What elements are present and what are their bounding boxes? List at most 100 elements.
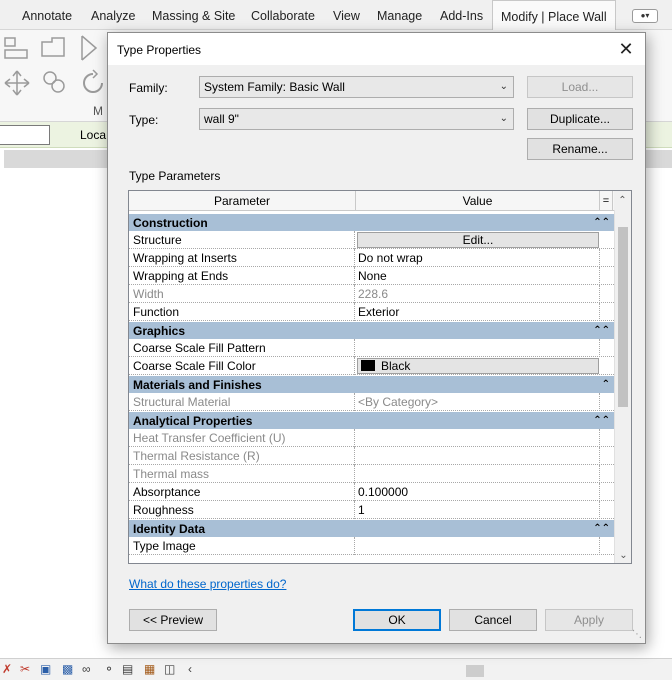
collapse-chevrons-icon[interactable]: ⌃⌃ — [593, 520, 610, 538]
group-label: Construction — [133, 216, 208, 230]
cancel-button[interactable]: Cancel — [449, 609, 537, 631]
fill-color-button[interactable]: Black — [357, 358, 599, 374]
param-row[interactable]: Wrapping at Inserts Do not wrap — [129, 249, 614, 267]
group-header-analytical[interactable]: Analytical Properties ⌃⌃ — [129, 411, 614, 429]
param-row[interactable]: Wrapping at Ends None — [129, 267, 614, 285]
group-label: Analytical Properties — [133, 414, 253, 428]
tab-analyze[interactable]: Analyze — [89, 0, 137, 30]
collapse-chevrons-icon[interactable]: ⌃⌃ — [593, 322, 610, 340]
param-value[interactable]: 1 — [355, 501, 600, 519]
param-row[interactable]: Roughness 1 — [129, 501, 614, 519]
param-value[interactable]: 0.100000 — [355, 483, 600, 501]
tab-manage[interactable]: Manage — [375, 0, 424, 30]
param-value[interactable] — [355, 339, 600, 357]
param-row[interactable]: Function Exterior — [129, 303, 614, 321]
column-header-value[interactable]: Value — [356, 191, 600, 211]
param-value: <By Category> — [355, 393, 600, 411]
duplicate-button[interactable]: Duplicate... — [527, 108, 633, 130]
help-link[interactable]: What do these properties do? — [129, 577, 286, 591]
param-row[interactable]: Structure Edit... — [129, 231, 614, 249]
status-bar: ✗ ✂ ▣ ▩ ∞ ⚬ ▤ ▦ ◫ ‹ — [0, 658, 672, 680]
param-name: Structural Material — [129, 393, 355, 411]
dialog-titlebar: Type Properties ✕ — [108, 33, 645, 65]
param-row: Heat Transfer Coefficient (U) — [129, 429, 614, 447]
preview-button[interactable]: << Preview — [129, 609, 217, 631]
group-label: Identity Data — [133, 522, 206, 536]
tab-view[interactable]: View — [331, 0, 362, 30]
param-value[interactable] — [355, 537, 600, 555]
param-value[interactable]: Do not wrap — [355, 249, 600, 267]
chevron-up-icon[interactable]: ⌃ — [614, 191, 631, 210]
ok-button[interactable]: OK — [353, 609, 441, 631]
param-name: Wrapping at Ends — [129, 267, 355, 285]
resize-grip-icon[interactable]: ⋱ — [632, 629, 642, 640]
ribbon-minimize-icon[interactable]: ●▾ — [632, 9, 658, 23]
rename-button[interactable]: Rename... — [527, 138, 633, 160]
group-header-graphics[interactable]: Graphics ⌃⌃ — [129, 321, 614, 339]
param-row[interactable]: Absorptance 0.100000 — [129, 483, 614, 501]
param-value — [355, 447, 600, 465]
rotate-icon[interactable] — [78, 68, 108, 98]
param-value — [355, 465, 600, 483]
collapse-chevrons-icon[interactable]: ⌃ — [602, 376, 610, 394]
select-links-icon[interactable]: ✗ — [2, 662, 12, 676]
group-header-construction[interactable]: Construction ⌃⌃ — [129, 213, 614, 231]
select-pinned-icon[interactable]: ▣ — [40, 662, 51, 676]
drag-elements-icon[interactable]: ∞ — [82, 662, 91, 676]
family-select[interactable]: System Family: Basic Wall ⌄ — [199, 76, 514, 98]
close-icon[interactable]: ✕ — [615, 38, 637, 60]
mirror-icon[interactable] — [76, 32, 104, 64]
load-button[interactable]: Load... — [527, 76, 633, 98]
tab-collaborate[interactable]: Collaborate — [249, 0, 317, 30]
align-icon[interactable] — [2, 34, 32, 64]
design-options-icon[interactable]: ◫ — [164, 662, 175, 676]
options-bar-input[interactable] — [0, 125, 50, 145]
tab-annotate[interactable]: Annotate — [20, 0, 74, 30]
chevron-down-icon: ⌄ — [499, 113, 508, 124]
select-by-face-icon[interactable]: ▩ — [62, 662, 73, 676]
filter-icon[interactable]: ▤ — [122, 662, 133, 676]
collapse-chevrons-icon[interactable]: ⌃⌃ — [593, 214, 610, 232]
param-name: Roughness — [129, 501, 355, 519]
param-row[interactable]: Coarse Scale Fill Color Black — [129, 357, 614, 375]
tab-modify-place-wall[interactable]: Modify | Place Wall — [492, 0, 616, 30]
structure-edit-button[interactable]: Edit... — [357, 232, 599, 248]
type-select[interactable]: wall 9" ⌄ — [199, 108, 514, 130]
move-icon[interactable] — [2, 68, 32, 98]
copy-icon[interactable] — [40, 68, 70, 98]
offset-icon[interactable] — [38, 34, 68, 64]
select-underlay-icon[interactable]: ✂ — [20, 662, 30, 676]
grid-rows: Construction ⌃⌃ Structure Edit... Wrappi… — [129, 213, 614, 555]
column-header-parameter[interactable]: Parameter — [129, 191, 356, 211]
chevron-left-icon[interactable]: ‹ — [188, 662, 192, 676]
group-label: Materials and Finishes — [133, 378, 262, 392]
grid-scrollbar[interactable]: ⌄ — [614, 210, 631, 563]
group-header-identity[interactable]: Identity Data ⌃⌃ — [129, 519, 614, 537]
ribbon-panel-label: M — [93, 104, 103, 118]
grid-header: Parameter Value = — [129, 191, 614, 211]
column-header-formula[interactable]: = — [600, 191, 613, 211]
tab-massing-site[interactable]: Massing & Site — [150, 0, 237, 30]
family-select-value: System Family: Basic Wall — [204, 80, 345, 94]
param-row[interactable]: Coarse Scale Fill Pattern — [129, 339, 614, 357]
param-value[interactable]: None — [355, 267, 600, 285]
status-scroll-thumb[interactable] — [466, 665, 484, 677]
param-name: Coarse Scale Fill Pattern — [129, 339, 355, 357]
collapse-chevrons-icon[interactable]: ⌃⌃ — [593, 412, 610, 430]
worksets-icon[interactable]: ▦ — [144, 662, 155, 676]
apply-button[interactable]: Apply — [545, 609, 633, 631]
param-row[interactable]: Type Image — [129, 537, 614, 555]
chevron-down-icon[interactable]: ⌄ — [615, 548, 631, 563]
family-label: Family: — [129, 81, 168, 95]
param-name: Thermal Resistance (R) — [129, 447, 355, 465]
param-row: Thermal mass — [129, 465, 614, 483]
param-name: Structure — [129, 231, 355, 249]
tab-add-ins[interactable]: Add-Ins — [438, 0, 485, 30]
group-header-materials[interactable]: Materials and Finishes ⌃ — [129, 375, 614, 393]
color-swatch — [361, 360, 375, 371]
scrollbar-thumb[interactable] — [618, 227, 628, 407]
param-row: Thermal Resistance (R) — [129, 447, 614, 465]
param-row: Structural Material <By Category> — [129, 393, 614, 411]
param-value[interactable]: Exterior — [355, 303, 600, 321]
ui-bulb-icon[interactable]: ⚬ — [104, 662, 114, 676]
